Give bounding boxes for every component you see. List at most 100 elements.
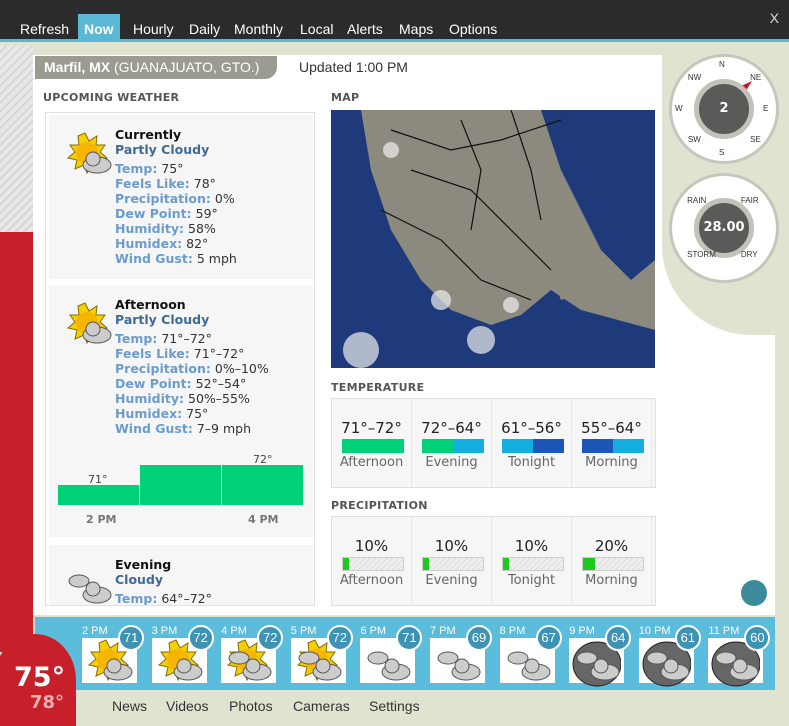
temp-bar-segment bbox=[373, 439, 404, 453]
hour-time: 6 PM bbox=[360, 625, 387, 637]
hour-time: 11 PM bbox=[708, 625, 740, 637]
hour-temp: 60 bbox=[744, 625, 771, 651]
wind-speed: 2 bbox=[694, 79, 754, 139]
tab-refresh[interactable]: Refresh bbox=[14, 14, 75, 42]
footer-link-videos[interactable]: Videos bbox=[166, 698, 209, 714]
close-button[interactable]: X bbox=[770, 10, 779, 26]
detail-label: Wind Gust: bbox=[115, 421, 193, 436]
hour-temp: 72 bbox=[187, 625, 214, 651]
detail-row: Humidity: 50%–55% bbox=[115, 391, 269, 406]
thermometer bbox=[0, 232, 33, 652]
detail-value: 82° bbox=[186, 236, 209, 251]
detail-row: Dew Point: 52°–54° bbox=[115, 376, 269, 391]
hourly-item[interactable]: 2 PM 71 bbox=[82, 625, 144, 685]
tab-options[interactable]: Options bbox=[443, 14, 503, 42]
forecast-card[interactable]: Evening Cloudy Temp: 64°–72° bbox=[49, 545, 313, 606]
detail-row: Humidex: 75° bbox=[115, 406, 269, 421]
precip-period: 10% Tonight bbox=[492, 517, 572, 605]
forecast-card[interactable]: Afternoon Partly Cloudy Temp: 71°–72° Feels… bbox=[49, 285, 313, 537]
partly-cloudy-icon bbox=[63, 131, 113, 181]
detail-value: 50%–55% bbox=[188, 391, 250, 406]
compass-label: N bbox=[719, 60, 725, 69]
precip-period-label: Tonight bbox=[507, 573, 556, 588]
precip-bar bbox=[342, 557, 404, 571]
tab-daily[interactable]: Daily bbox=[183, 14, 226, 42]
hourly-item[interactable]: 4 PM 72 bbox=[221, 625, 284, 685]
tab-maps[interactable]: Maps bbox=[393, 14, 439, 42]
detail-value: 78° bbox=[193, 176, 216, 191]
tab-now[interactable]: Now bbox=[78, 14, 120, 42]
detail-label: Precipitation: bbox=[115, 361, 211, 376]
barometer: 28.00 RAIN FAIR STORM DRY bbox=[669, 173, 779, 283]
temp-bar bbox=[422, 439, 484, 453]
temperature-heading: TEMPERATURE bbox=[331, 381, 425, 394]
current-temp-bulb: 75° 78° bbox=[0, 634, 76, 726]
precip-period-label: Afternoon bbox=[339, 573, 404, 588]
hour-time: 4 PM bbox=[221, 625, 247, 637]
detail-value: 5 mph bbox=[196, 251, 237, 266]
temp-period-label: Evening bbox=[425, 455, 478, 470]
detail-label: Wind Gust: bbox=[115, 251, 193, 266]
hour-temp: 61 bbox=[674, 625, 701, 651]
detail-value: 71°–72° bbox=[193, 346, 245, 361]
hourly-item[interactable]: 3 PM 72 bbox=[151, 625, 214, 685]
hourly-item[interactable]: 7 PM 69 bbox=[430, 625, 492, 685]
temp-bar-segment bbox=[453, 439, 484, 453]
hourly-item[interactable]: 9 PM 64 bbox=[569, 625, 632, 687]
footer-link-photos[interactable]: Photos bbox=[229, 698, 273, 714]
compass-label: S bbox=[719, 148, 725, 157]
region: (GUANAJUATO, GTO.) bbox=[114, 59, 260, 75]
detail-row: Wind Gust: 7–9 mph bbox=[115, 421, 269, 436]
tab-local[interactable]: Local bbox=[294, 14, 339, 42]
ladybug-icon[interactable] bbox=[741, 580, 767, 606]
hourly-item[interactable]: 6 PM 71 bbox=[360, 625, 423, 685]
hour-temp: 67 bbox=[535, 625, 562, 651]
detail-label: Temp: bbox=[115, 331, 158, 346]
detail-row: Dew Point: 59° bbox=[115, 206, 237, 221]
top-nav: Refresh Now Hourly Daily Monthly Local Alerts M… bbox=[0, 0, 789, 42]
detail-row: Precipitation: 0% bbox=[115, 191, 237, 206]
tab-monthly[interactable]: Monthly bbox=[228, 14, 289, 42]
detail-value: 75° bbox=[186, 406, 209, 421]
detail-label: Humidex: bbox=[115, 236, 183, 251]
tab-alerts[interactable]: Alerts bbox=[341, 14, 389, 42]
detail-label: Temp: bbox=[115, 161, 158, 176]
chart-data-label: 71° bbox=[88, 473, 108, 486]
detail-row: Temp: 64°–72° bbox=[115, 591, 212, 606]
footer-link-news[interactable]: News bbox=[112, 698, 147, 714]
compass-label: SE bbox=[750, 135, 761, 145]
chart-data-label: 72° bbox=[253, 453, 273, 466]
tab-hourly[interactable]: Hourly bbox=[127, 14, 179, 42]
precip-bar-fill bbox=[503, 558, 509, 570]
hourly-item[interactable]: 5 PM 72 bbox=[290, 625, 353, 685]
detail-row: Humidity: 58% bbox=[115, 221, 237, 236]
temp-range: 71°–72° bbox=[341, 419, 402, 437]
hour-temp: 72 bbox=[326, 625, 353, 651]
card-details: Temp: 64°–72° bbox=[115, 591, 212, 606]
map-image bbox=[331, 110, 655, 368]
detail-value: 71°–72° bbox=[161, 331, 212, 346]
hour-temp: 69 bbox=[466, 625, 492, 651]
temp-period-label: Tonight bbox=[507, 455, 556, 470]
hourly-item[interactable]: 8 PM 67 bbox=[499, 625, 562, 685]
footer-link-cameras[interactable]: Cameras bbox=[293, 698, 350, 714]
temp-range: 61°–56° bbox=[501, 419, 562, 437]
temp-period: 61°–56° Tonight bbox=[492, 399, 572, 487]
current-temp: 75° bbox=[14, 662, 66, 693]
hourly-item[interactable]: 11 PM 60 bbox=[708, 625, 771, 687]
detail-label: Precipitation: bbox=[115, 191, 211, 206]
chart-bar bbox=[58, 485, 139, 505]
map-heading: MAP bbox=[331, 91, 360, 104]
detail-label: Feels Like: bbox=[115, 176, 190, 191]
weather-map[interactable] bbox=[331, 110, 655, 368]
card-condition: Cloudy bbox=[115, 572, 164, 587]
detail-label: Temp: bbox=[115, 591, 158, 606]
card-title: Afternoon bbox=[115, 297, 186, 312]
detail-label: Humidity: bbox=[115, 221, 185, 236]
forecast-card[interactable]: Currently Partly Cloudy Temp: 75° Feels Lik… bbox=[49, 115, 313, 279]
upcoming-list[interactable]: Currently Partly Cloudy Temp: 75° Feels Lik… bbox=[45, 112, 315, 606]
feels-like-temp: 78° bbox=[30, 692, 65, 713]
hourly-item[interactable]: 10 PM 61 bbox=[638, 625, 701, 687]
precip-bar-fill bbox=[423, 558, 429, 570]
footer-link-settings[interactable]: Settings bbox=[369, 698, 420, 714]
